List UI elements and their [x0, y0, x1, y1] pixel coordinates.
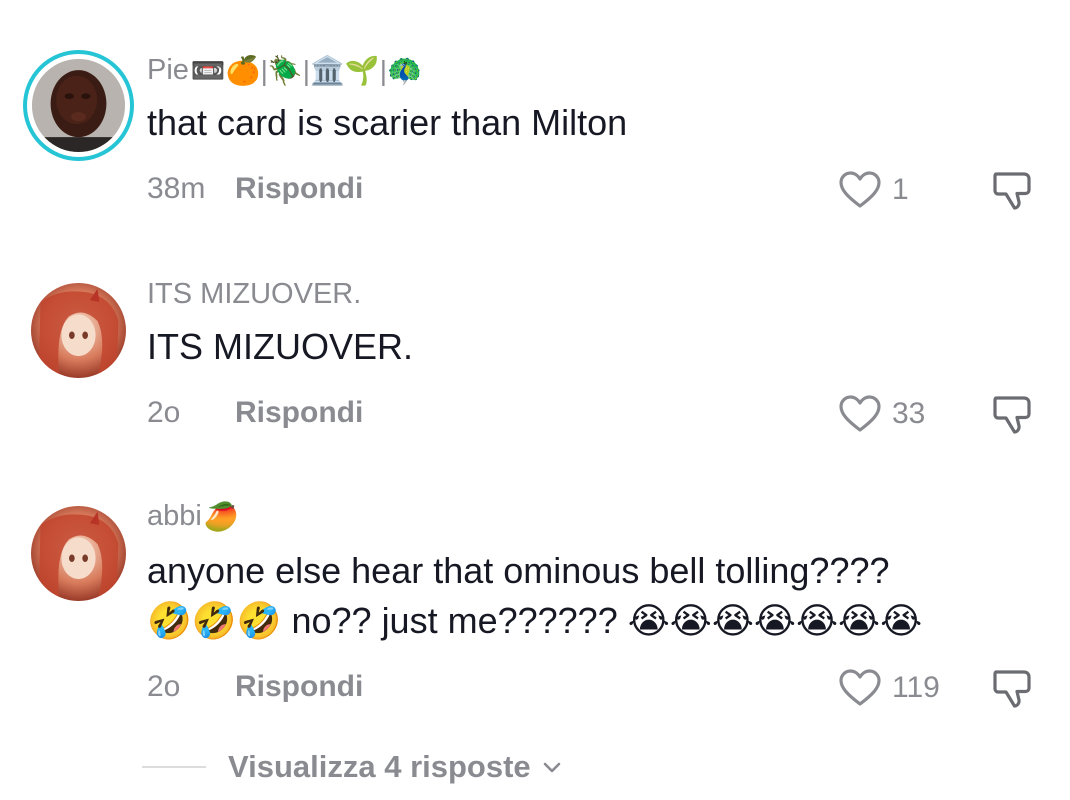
comment-time: 38m	[147, 172, 206, 205]
comment-text: anyone else hear that ominous bell tolli…	[147, 550, 890, 591]
username-text[interactable]: abbi	[147, 500, 202, 533]
avatar[interactable]	[23, 50, 134, 161]
avatar-image	[31, 506, 126, 601]
heart-icon	[839, 395, 881, 432]
view-replies-button[interactable]: Visualizza 4 risposte	[142, 742, 563, 792]
avatar[interactable]	[31, 283, 126, 378]
like-count: 33	[892, 397, 926, 430]
dislike-icon	[993, 670, 1031, 708]
comment-time: 2o	[147, 396, 181, 429]
like-count: 119	[892, 671, 940, 704]
replies-divider	[142, 766, 206, 768]
like-count: 1	[892, 173, 909, 206]
username-emojis: 🥭	[203, 500, 239, 532]
avatar-image	[31, 283, 126, 378]
username[interactable]: ITS MIZUOVER.	[147, 278, 361, 311]
comments-screen: Pie 📼🍊|🪲|🏛️🌱|🦚 that card is scarier than…	[0, 0, 1070, 800]
like-button[interactable]: 33	[838, 394, 925, 434]
comment-text: ITS MIZUOVER.	[147, 326, 414, 367]
heart-icon	[839, 171, 881, 208]
comment-meta: 2o Rispondi	[147, 396, 363, 430]
comment-text: that card is scarier than Milton	[147, 102, 628, 143]
dislike-button[interactable]	[990, 168, 1036, 212]
dislike-icon	[993, 396, 1031, 434]
username-text[interactable]: ITS MIZUOVER.	[147, 278, 361, 311]
username[interactable]: abbi 🥭	[147, 500, 239, 533]
dislike-icon	[993, 172, 1031, 210]
comment-text-line2: 🤣🤣🤣 no?? just me?????? 😭😭😭😭😭😭😭	[147, 600, 923, 641]
reply-button[interactable]: Rispondi	[235, 172, 363, 206]
dislike-button[interactable]	[990, 392, 1036, 436]
avatar[interactable]	[31, 506, 126, 601]
comment-meta: 38m Rispondi	[147, 172, 363, 206]
view-replies-label[interactable]: Visualizza 4 risposte	[228, 749, 531, 785]
dislike-button[interactable]	[990, 666, 1036, 710]
reply-button[interactable]: Rispondi	[235, 670, 363, 704]
username-text[interactable]: Pie	[147, 54, 189, 87]
comment-time: 2o	[147, 670, 181, 703]
reply-button[interactable]: Rispondi	[235, 396, 363, 430]
username-emojis: 📼🍊|🪲|🏛️🌱|🦚	[190, 54, 422, 86]
heart-icon	[839, 669, 881, 706]
like-button[interactable]: 119	[838, 668, 940, 708]
username[interactable]: Pie 📼🍊|🪲|🏛️🌱|🦚	[147, 54, 422, 87]
avatar-image	[32, 59, 125, 152]
like-button[interactable]: 1	[838, 170, 909, 210]
chevron-down-icon	[543, 762, 560, 773]
comment-meta: 2o Rispondi	[147, 670, 363, 704]
